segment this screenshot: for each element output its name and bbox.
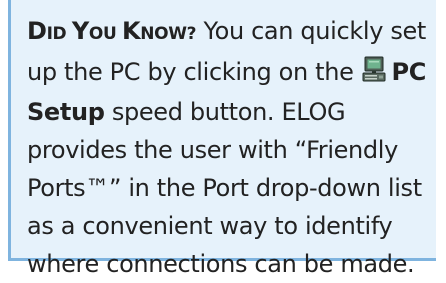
did-you-know-heading: DID YOU KNOW? (27, 17, 197, 45)
computer-icon (362, 55, 386, 93)
tip-paragraph: DID YOU KNOW? You can quickly set up the… (27, 12, 426, 283)
did-you-know-callout: DID YOU KNOW? You can quickly set up the… (8, 0, 436, 278)
heading-small-caps-id: ID (46, 24, 72, 44)
heading-small-caps-ou: OU (88, 24, 123, 44)
heading-cap-k: K (122, 17, 141, 45)
heading-cap-d: D (27, 17, 47, 45)
heading-cap-y: Y (71, 17, 89, 45)
heading-small-caps-now: NOW? (140, 24, 197, 44)
